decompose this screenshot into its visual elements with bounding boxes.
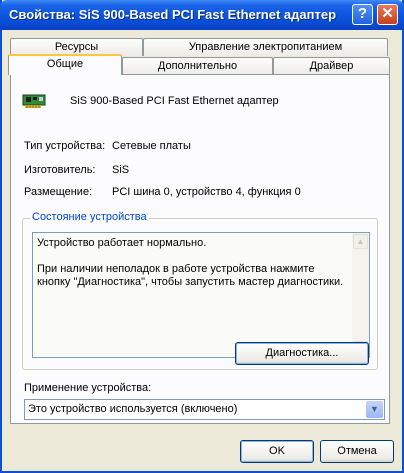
status-line-ok: Устройство работает нормально. — [37, 237, 207, 249]
window-title: Свойства: SiS 900-Based PCI Fast Etherne… — [9, 7, 337, 22]
tab-power-management[interactable]: Управление электропитанием — [143, 38, 388, 56]
manufacturer-value: SiS — [112, 164, 130, 176]
title-bar[interactable]: Свойства: SiS 900-Based PCI Fast Etherne… — [0, 0, 404, 30]
status-line-help: При наличии неполадок в работе устройств… — [37, 263, 344, 288]
cancel-button[interactable]: Отмена — [320, 440, 394, 463]
close-button[interactable]: ✕ — [377, 4, 398, 25]
network-card-icon — [22, 94, 46, 108]
device-status-textbox[interactable]: Устройство работает нормально. При налич… — [32, 232, 370, 358]
device-usage-label: Применение устройства: — [24, 382, 152, 394]
status-text: Устройство работает нормально. При налич… — [37, 237, 347, 302]
device-usage-value: Это устройство используется (включено) — [28, 403, 238, 415]
tab-general[interactable]: Общие — [8, 54, 122, 75]
tab-driver[interactable]: Драйвер — [273, 57, 390, 75]
device-status-title: Состояние устройства — [30, 211, 149, 223]
device-name: SiS 900-Based PCI Fast Ethernet адаптер — [70, 95, 279, 107]
chevron-down-icon[interactable]: ▼ — [366, 401, 383, 418]
device-type-label: Тип устройства: — [24, 140, 106, 152]
tab-advanced[interactable]: Дополнительно — [122, 57, 273, 75]
help-button[interactable]: ? — [352, 4, 373, 25]
troubleshoot-button[interactable]: Диагностика... — [235, 342, 369, 365]
status-scrollbar[interactable]: ▲ ▼ — [352, 233, 369, 357]
device-type-value: Сетевые платы — [112, 140, 191, 152]
location-value: PCI шина 0, устройство 4, функция 0 — [112, 186, 301, 198]
location-label: Размещение: — [24, 186, 93, 198]
device-usage-select[interactable]: Это устройство используется (включено) ▼ — [24, 399, 385, 420]
manufacturer-label: Изготовитель: — [24, 164, 96, 176]
scroll-up-icon[interactable]: ▲ — [353, 234, 368, 249]
ok-button[interactable]: OK — [240, 440, 314, 463]
